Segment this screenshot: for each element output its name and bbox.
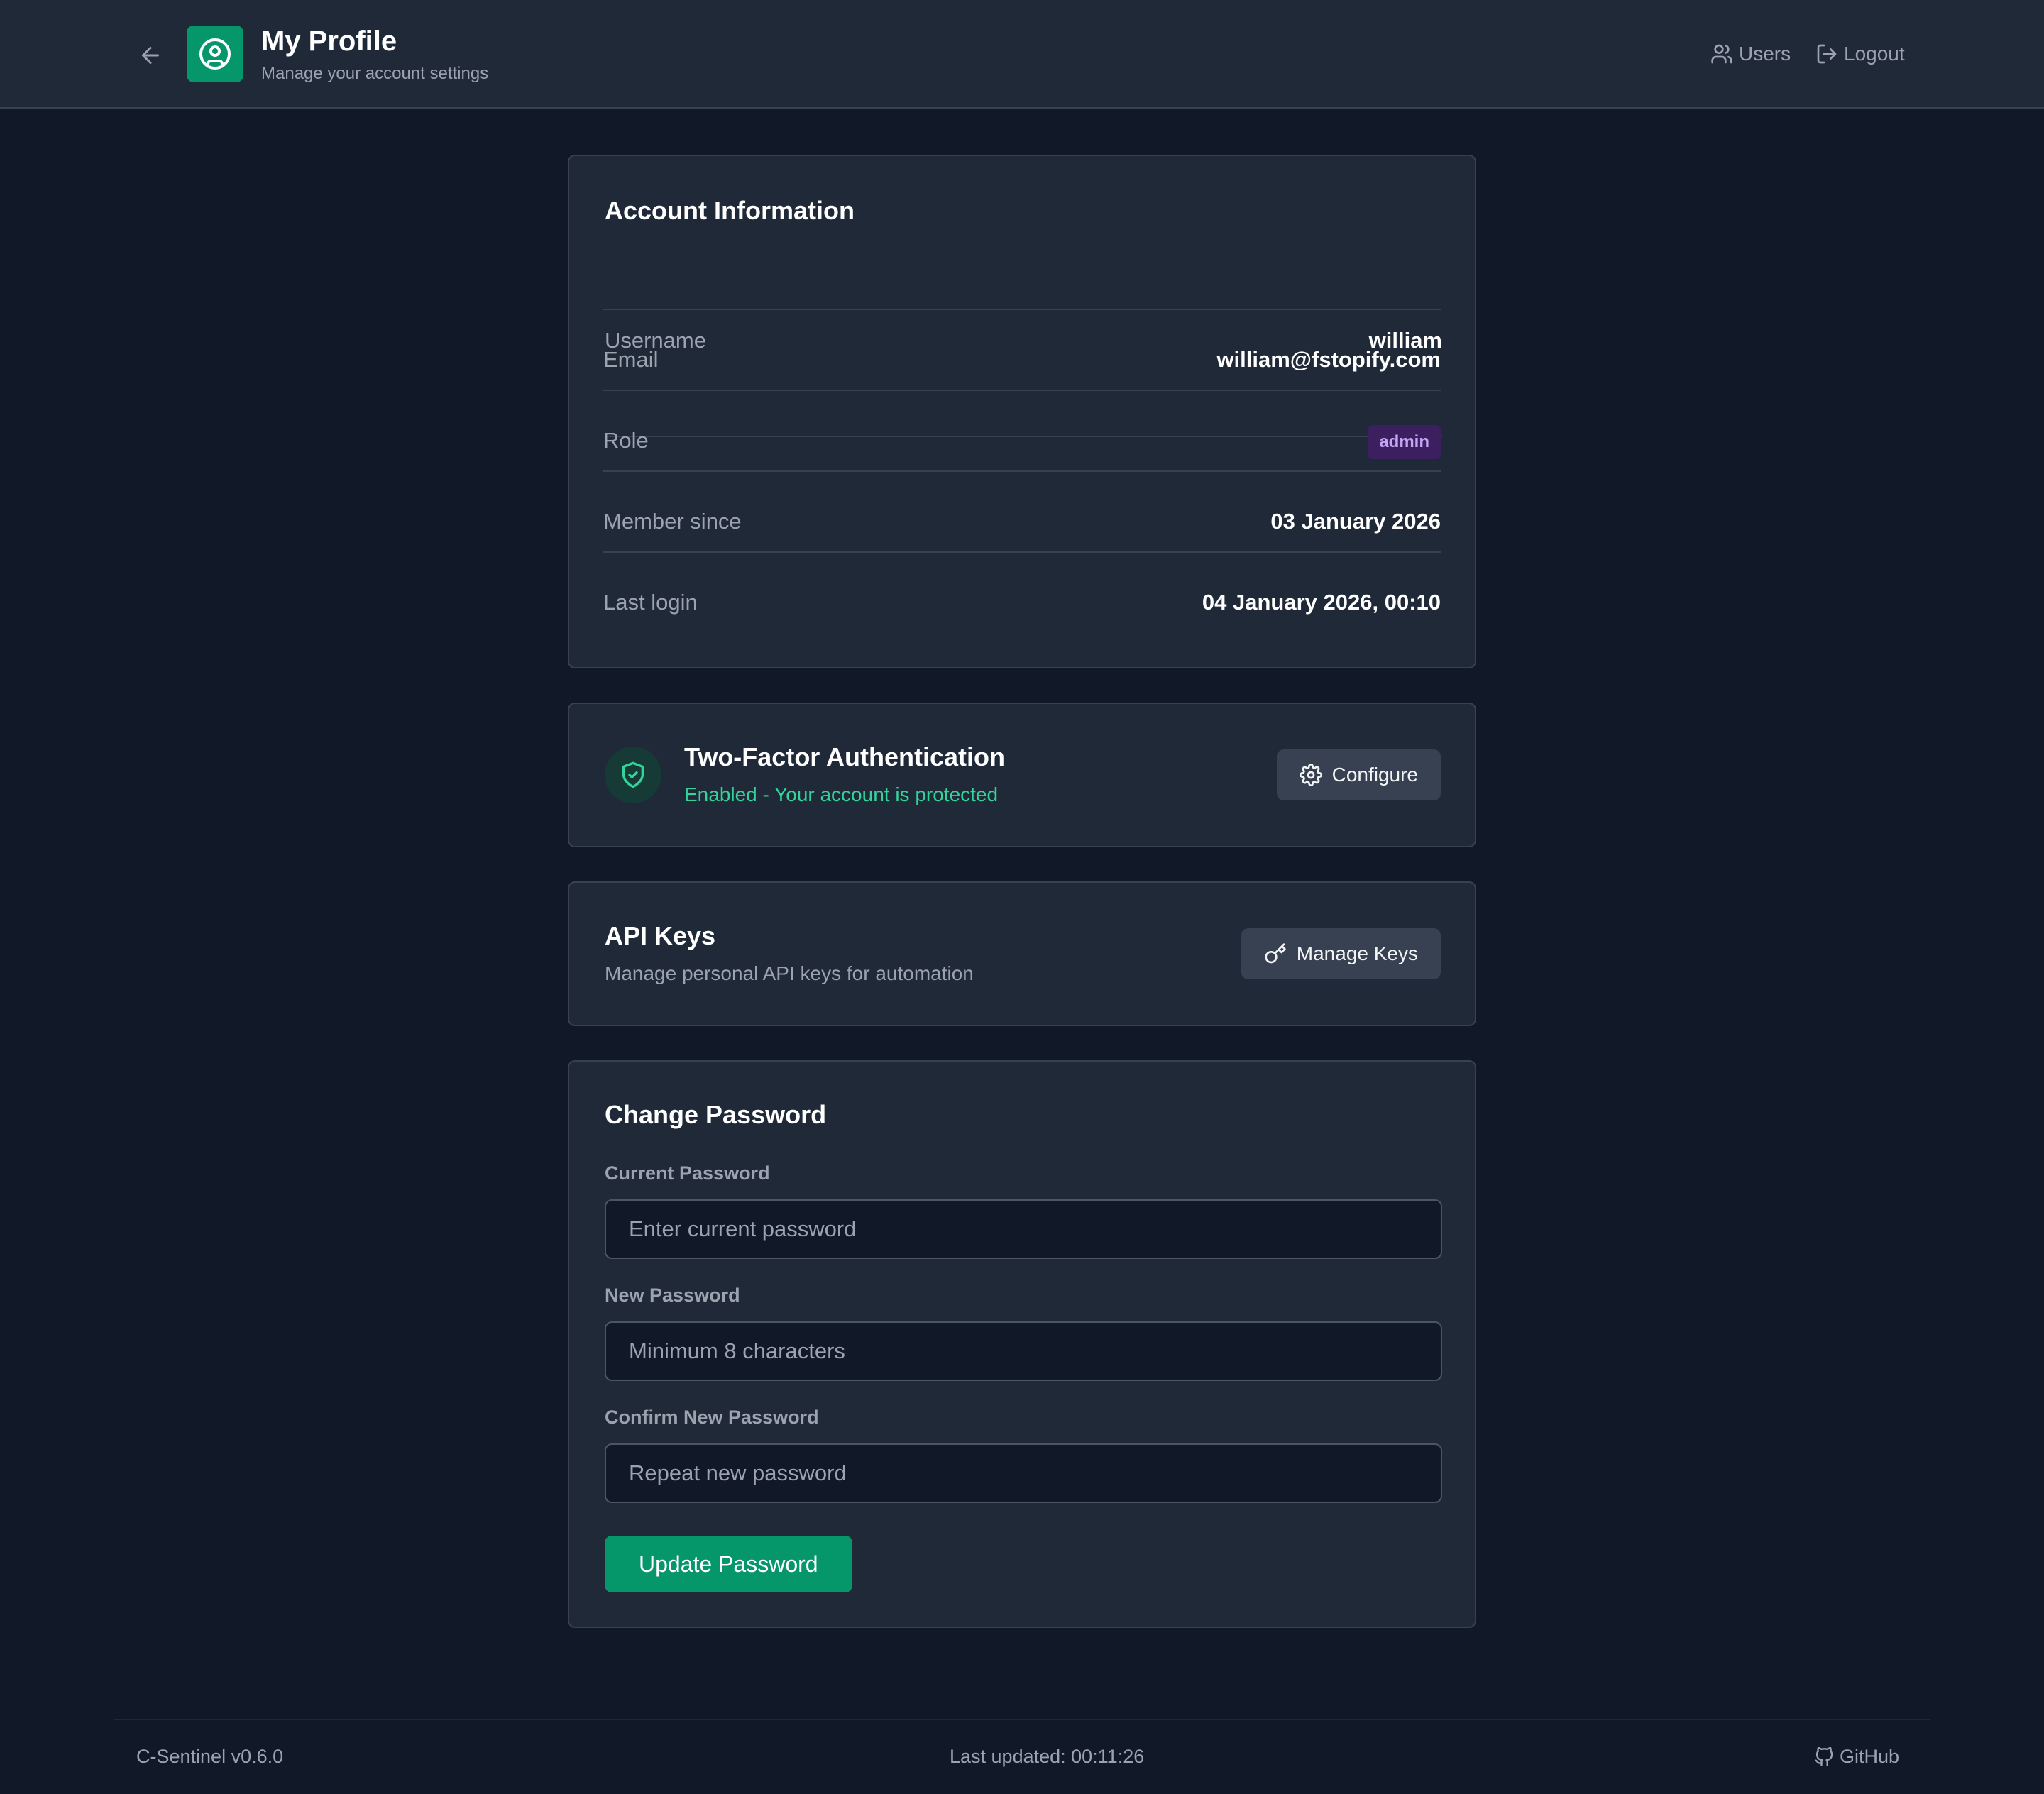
nav-users-link[interactable]: Users xyxy=(1710,40,1791,68)
manage-keys-button[interactable]: Manage Keys xyxy=(1241,928,1441,979)
info-row-last-login: Last login 04 January 2026, 00:10 xyxy=(603,553,1441,634)
manage-keys-label: Manage Keys xyxy=(1296,942,1418,964)
role-badge: admin xyxy=(1368,425,1441,459)
info-row-member-since: Member since 03 January 2026 xyxy=(603,472,1441,553)
account-info-title: Account Information xyxy=(605,196,855,225)
member-since-value: 03 January 2026 xyxy=(1270,509,1441,534)
new-password-label: New Password xyxy=(605,1284,740,1306)
footer-version: C-Sentinel v0.6.0 xyxy=(136,1746,284,1767)
app-logo xyxy=(187,26,243,82)
update-password-button[interactable]: Update Password xyxy=(605,1536,852,1592)
last-login-value: 04 January 2026, 00:10 xyxy=(1202,590,1441,615)
info-row-role: Role admin xyxy=(603,391,1441,472)
email-value: william@fstopify.com xyxy=(1216,347,1441,372)
confirm-password-input[interactable] xyxy=(605,1443,1442,1503)
arrow-left-icon xyxy=(142,47,159,64)
user-circle-icon xyxy=(199,38,231,70)
shield-check-icon xyxy=(622,761,644,788)
change-password-card: Change Password Current Password New Pas… xyxy=(568,1060,1476,1628)
github-icon xyxy=(1815,1746,1833,1766)
last-login-label: Last login xyxy=(603,590,698,615)
api-keys-description: Manage personal API keys for automation xyxy=(605,962,974,984)
confirm-password-label: Confirm New Password xyxy=(605,1407,819,1428)
footer-github-label: GitHub xyxy=(1840,1746,1900,1767)
current-password-label: Current Password xyxy=(605,1162,770,1184)
nav-users-label: Users xyxy=(1739,43,1791,65)
two-factor-status: Enabled - Your account is protected xyxy=(684,783,999,805)
role-label: Role xyxy=(603,428,649,453)
app-header: My Profile Manage your account settings … xyxy=(0,0,2044,109)
configure-button[interactable]: Configure xyxy=(1276,749,1441,800)
footer-last-updated: Last updated: 00:11:26 xyxy=(950,1746,1145,1767)
configure-label: Configure xyxy=(1331,764,1418,786)
current-password-input[interactable] xyxy=(605,1199,1442,1259)
info-row-email: Email william@fstopify.com xyxy=(603,310,1441,391)
footer-github-link[interactable]: GitHub xyxy=(1814,1746,1899,1768)
gear-icon xyxy=(1299,764,1322,786)
nav-logout-link[interactable]: Logout xyxy=(1815,40,1905,68)
footer-divider xyxy=(114,1719,1930,1720)
new-password-input[interactable] xyxy=(605,1321,1442,1381)
key-icon xyxy=(1265,943,1286,964)
api-keys-card: API Keys Manage personal API keys for au… xyxy=(568,881,1476,1026)
two-factor-title: Two-Factor Authentication xyxy=(684,742,1005,771)
page-title: My Profile xyxy=(261,26,397,57)
page-subtitle: Manage your account settings xyxy=(261,64,489,83)
two-factor-icon-wrap xyxy=(605,747,661,803)
email-label: Email xyxy=(603,347,659,372)
logout-icon xyxy=(1817,44,1837,64)
back-button[interactable] xyxy=(133,38,167,72)
change-password-title: Change Password xyxy=(605,1100,827,1129)
api-keys-title: API Keys xyxy=(605,921,716,950)
info-row-username-line xyxy=(603,252,1441,310)
users-icon xyxy=(1711,44,1732,64)
nav-logout-label: Logout xyxy=(1844,43,1905,65)
two-factor-card: Two-Factor Authentication Enabled - Your… xyxy=(568,703,1476,847)
member-since-label: Member since xyxy=(603,509,742,534)
